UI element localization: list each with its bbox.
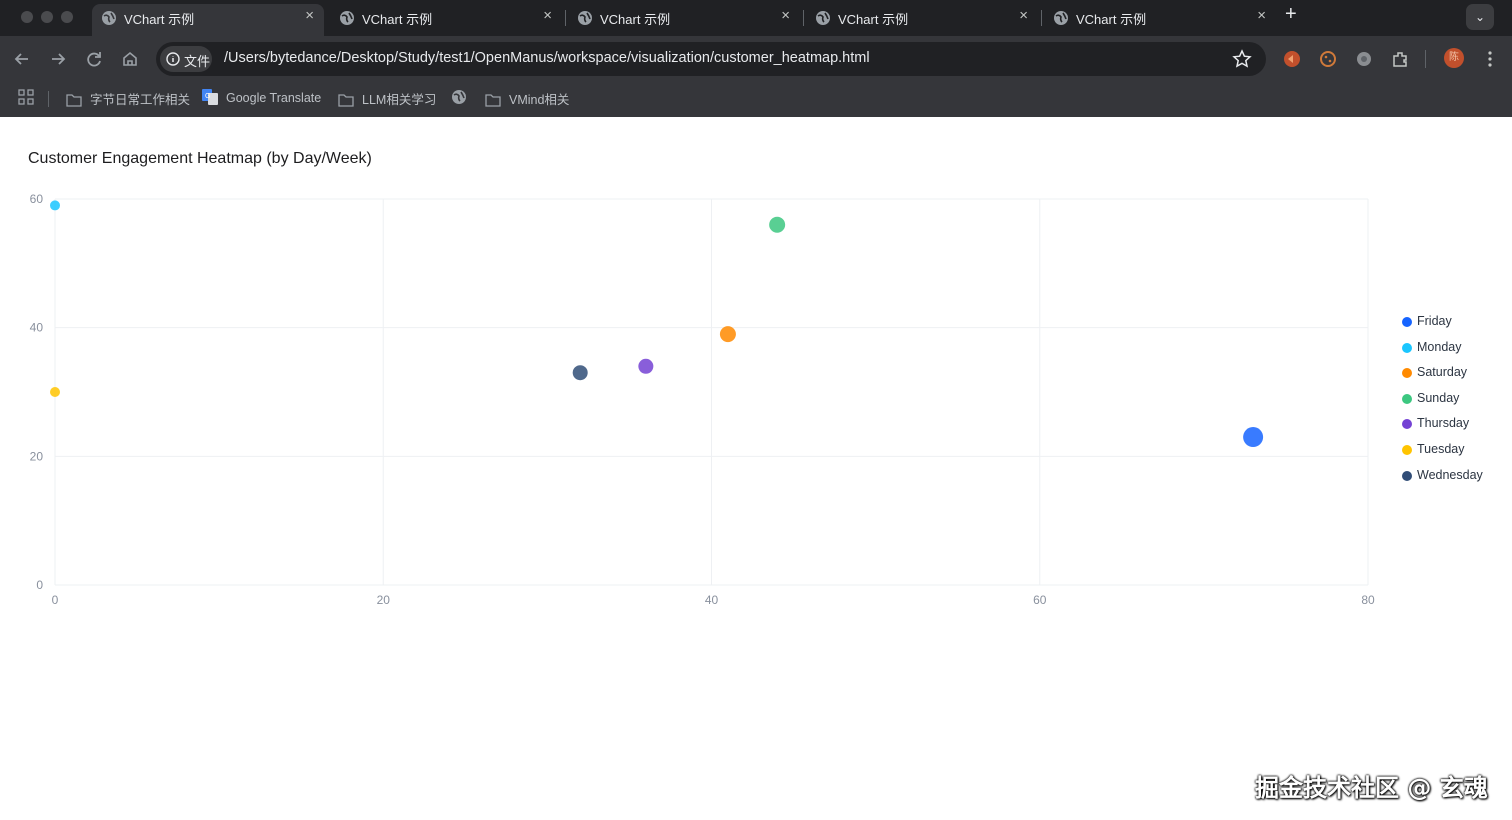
tab-title: VChart 示例 [362, 12, 433, 27]
legend-marker [1402, 368, 1412, 379]
new-tab-button[interactable]: + [1285, 3, 1297, 26]
bookmark-divider [48, 91, 49, 107]
chart-title: Customer Engagement Heatmap (by Day/Week… [28, 150, 372, 167]
bookmark-folder[interactable]: 字节日常工作相关 [66, 89, 190, 108]
google-translate-icon: G [202, 89, 218, 105]
extension-icon[interactable] [1354, 49, 1374, 69]
y-tick-label: 40 [30, 321, 44, 335]
legend-label: Wednesday [1417, 467, 1483, 482]
folder-icon [66, 94, 82, 107]
address-bar[interactable]: 文件 /Users/bytedance/Desktop/Study/test1/… [156, 42, 1266, 76]
window-zoom-button[interactable] [61, 11, 73, 23]
browser-toolbar: 文件 /Users/bytedance/Desktop/Study/test1/… [0, 36, 1512, 82]
tab-close-icon[interactable]: × [781, 7, 790, 24]
legend-label: Tuesday [1417, 441, 1465, 456]
globe-icon [340, 11, 354, 25]
legend-label: Sunday [1417, 390, 1460, 405]
bookmark-star-icon[interactable] [1232, 49, 1252, 69]
window-close-button[interactable] [21, 11, 33, 23]
toolbar-divider [1425, 50, 1426, 68]
scatter-point-wednesday [572, 365, 588, 381]
x-tick-label: 60 [1033, 593, 1047, 607]
tab-close-icon[interactable]: × [543, 7, 552, 24]
scatter-point-tuesday [50, 387, 60, 397]
scatter-point-monday [50, 200, 60, 211]
bookmark-folder[interactable]: VMind相关 [485, 89, 569, 108]
puzzle-extensions-icon[interactable] [1390, 49, 1410, 69]
tab-close-icon[interactable]: × [305, 7, 314, 24]
extension-icon[interactable] [1282, 49, 1302, 69]
globe-icon [578, 11, 592, 25]
folder-icon [338, 94, 354, 107]
browser-tab[interactable]: VChart 示例 × [568, 4, 800, 36]
tab-divider [803, 10, 804, 26]
tab-title: VChart 示例 [124, 12, 195, 27]
scatter-point-saturday [719, 326, 736, 343]
tab-title: VChart 示例 [1076, 12, 1147, 27]
url-text[interactable]: /Users/bytedance/Desktop/Study/test1/Ope… [224, 50, 870, 66]
browser-tab[interactable]: VChart 示例 × [1044, 4, 1276, 36]
legend-label: Friday [1417, 314, 1452, 328]
legend-marker [1402, 444, 1412, 455]
x-tick-label: 40 [705, 593, 719, 607]
watermark: 掘金技术社区 @ 玄魂 [1255, 774, 1488, 802]
bookmark-link[interactable]: G Google Translate [202, 89, 321, 105]
bookmark-label: Google Translate [226, 91, 322, 105]
cookie-extension-icon[interactable] [1318, 49, 1338, 69]
site-info-label: 文件 [184, 54, 211, 69]
forward-arrow-icon[interactable] [47, 48, 69, 70]
tab-divider [565, 10, 566, 26]
profile-avatar[interactable]: 陈 [1444, 48, 1464, 68]
globe-icon [1054, 11, 1068, 25]
y-tick-label: 0 [36, 578, 43, 592]
tab-close-icon[interactable]: × [1019, 7, 1028, 24]
globe-icon [452, 90, 466, 104]
browser-tab[interactable]: VChart 示例 × [330, 4, 562, 36]
globe-icon [102, 11, 116, 25]
legend-label: Thursday [1417, 416, 1470, 431]
svg-text:G: G [205, 93, 210, 100]
bookmark-label: VMind相关 [509, 93, 570, 107]
tab-search-button[interactable]: ⌄ [1466, 4, 1494, 30]
site-info-button[interactable]: 文件 [160, 46, 212, 72]
tab-title: VChart 示例 [600, 12, 671, 27]
legend-marker [1402, 317, 1412, 327]
info-icon [166, 52, 180, 66]
legend-marker [1402, 419, 1412, 430]
bookmark-folder[interactable]: LLM相关学习 [338, 89, 436, 108]
scatter-point-thursday [638, 358, 654, 374]
x-tick-label: 20 [377, 593, 391, 607]
reload-icon[interactable] [83, 48, 105, 70]
x-tick-label: 80 [1361, 593, 1375, 607]
folder-icon [485, 94, 501, 107]
globe-icon [816, 11, 830, 25]
legend-marker [1402, 470, 1412, 481]
more-menu-icon[interactable] [1480, 49, 1500, 69]
window-minimize-button[interactable] [41, 11, 53, 23]
legend-label: Monday [1417, 339, 1462, 354]
bookmarks-bar: 字节日常工作相关 G Google Translate LLM相关学习 VMind… [0, 82, 1512, 117]
browser-tab[interactable]: VChart 示例 × [92, 4, 324, 36]
tab-divider [1041, 10, 1042, 26]
bookmark-label: 字节日常工作相关 [90, 93, 191, 107]
scatter-point-friday [1243, 427, 1264, 448]
legend-marker [1402, 393, 1412, 404]
bookmark-link[interactable] [451, 89, 475, 105]
y-tick-label: 60 [30, 192, 44, 206]
back-arrow-icon[interactable] [11, 48, 33, 70]
browser-tab[interactable]: VChart 示例 × [806, 4, 1038, 36]
home-icon[interactable] [119, 48, 141, 70]
legend-marker [1402, 342, 1412, 353]
scatter-chart: 0 20 40 60 80 0 20 40 60 [30, 192, 1375, 607]
bookmark-label: LLM相关学习 [362, 93, 437, 107]
legend-label: Saturday [1417, 365, 1468, 380]
y-tick-label: 20 [30, 449, 44, 463]
scatter-point-sunday [769, 216, 786, 233]
apps-grid-icon[interactable] [18, 89, 42, 105]
tab-title: VChart 示例 [838, 12, 909, 27]
tab-strip: VChart 示例 × VChart 示例 × VChart 示例 × VCha… [0, 0, 1512, 36]
x-tick-label: 0 [52, 593, 59, 607]
tab-close-icon[interactable]: × [1257, 7, 1266, 24]
